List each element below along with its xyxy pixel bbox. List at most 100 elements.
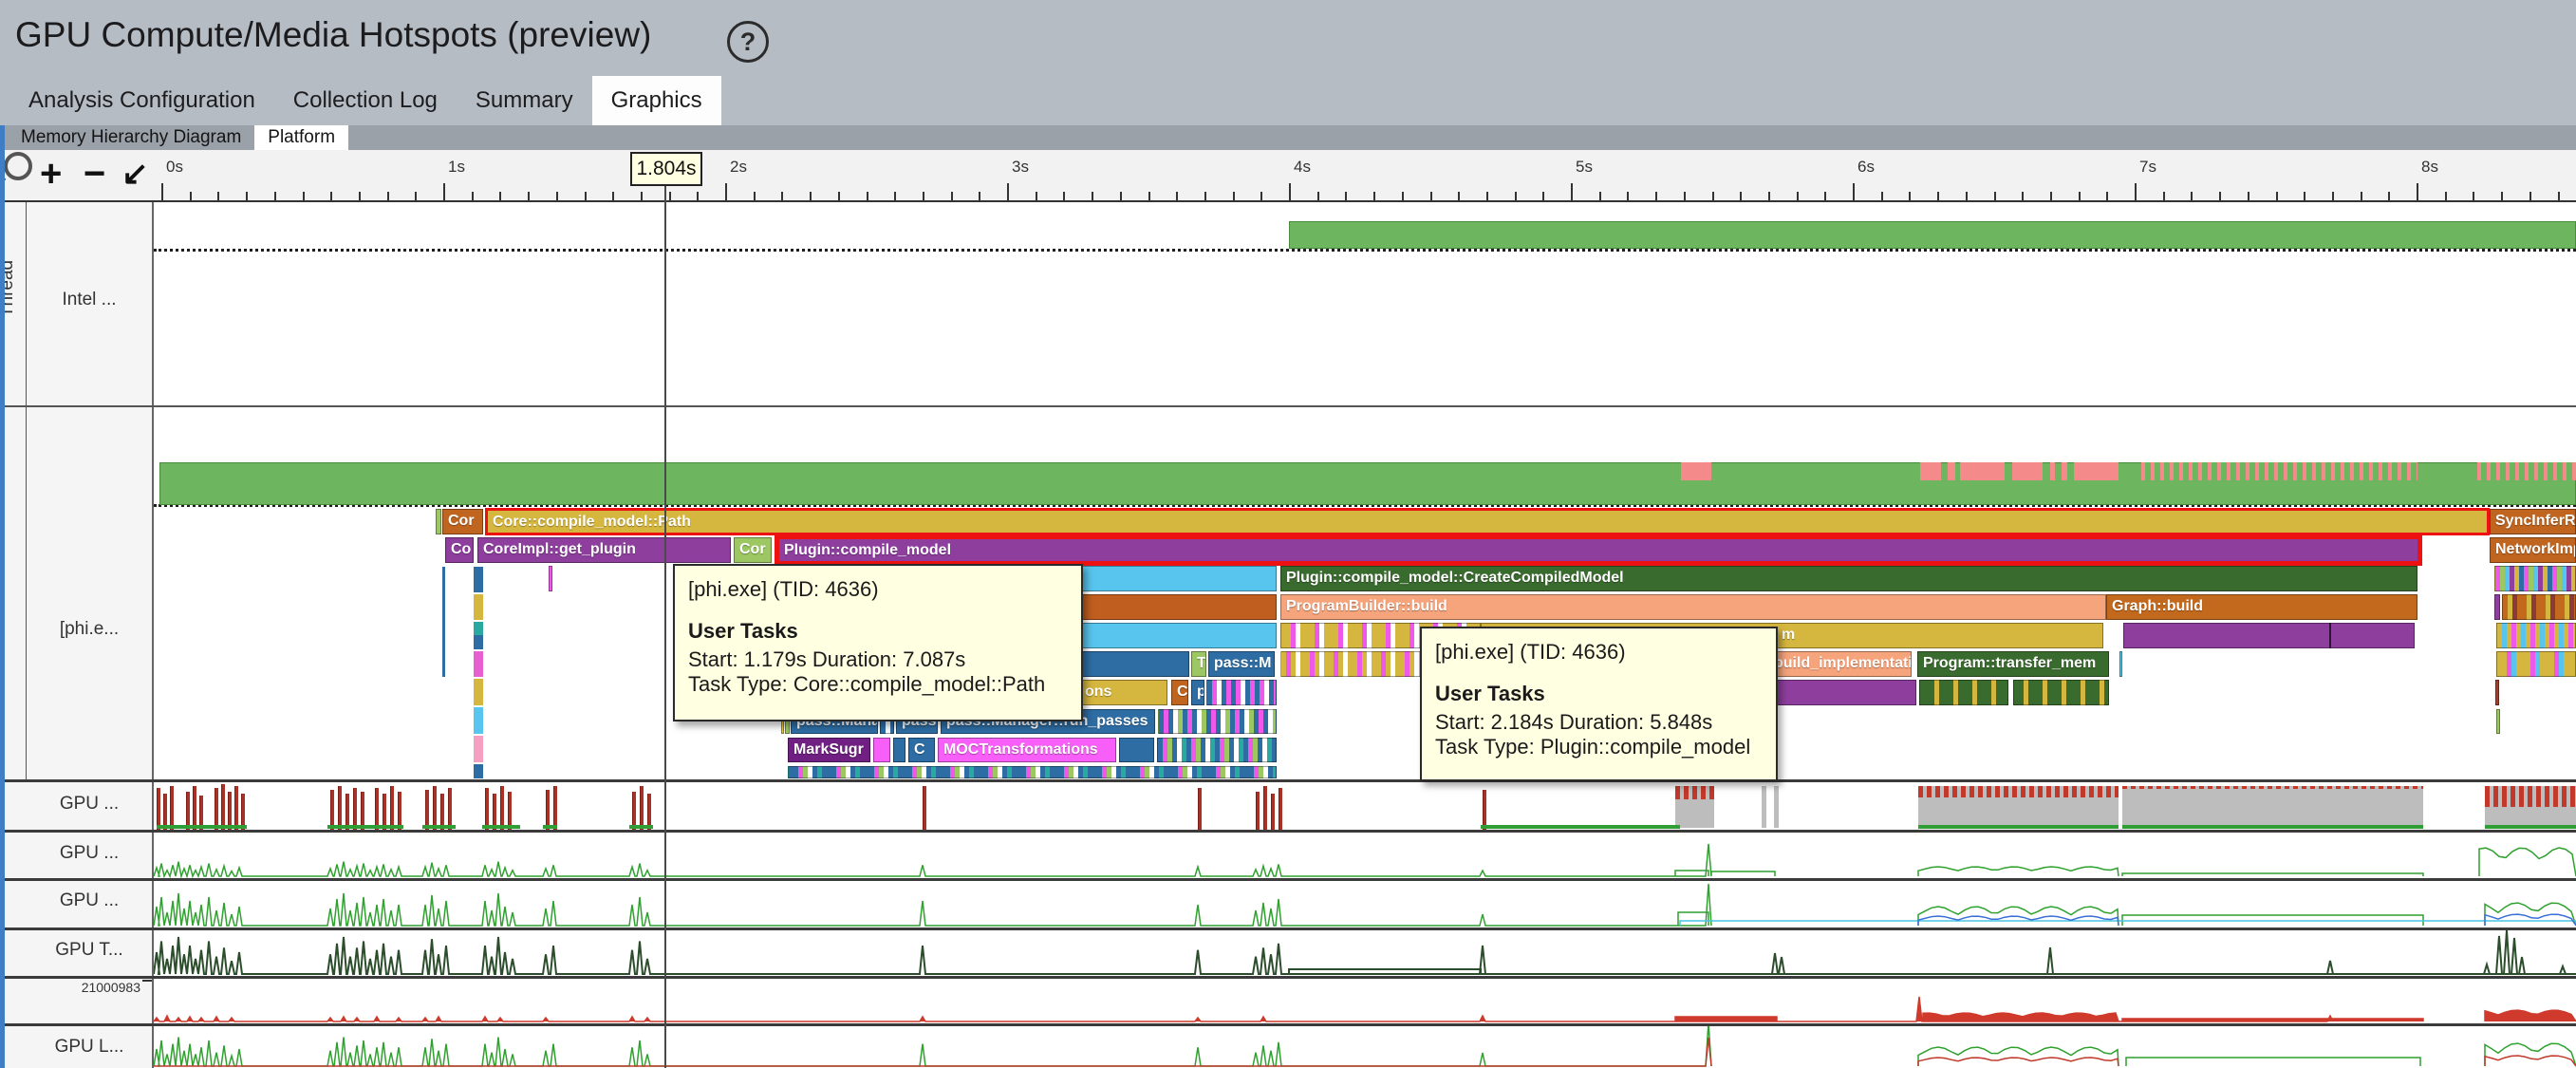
ruler-tick [1824,192,1826,200]
task-sliver [474,736,483,762]
track-gpu3[interactable] [154,881,2576,927]
ruler-tick [1402,192,1404,200]
task-bar[interactable] [2496,651,2576,677]
tab-collection-log[interactable]: Collection Log [274,76,457,125]
ruler-tick [217,192,219,200]
time-marker-value[interactable]: 1.804s [630,152,702,186]
task-bar[interactable]: MOCTransformations [938,738,1116,762]
time-marker-line[interactable] [664,186,666,1068]
ruler-tick [1063,192,1065,200]
task-bar[interactable] [873,738,890,762]
task-bar[interactable] [1157,738,1277,762]
row-label-gput[interactable]: GPU T... [27,940,152,963]
task-bar[interactable] [549,566,552,591]
ruler-tick [1768,192,1770,200]
gpu-busy-spike [553,786,557,830]
task-bar-label: Plugin::compile_model::CreateCompiledMod… [1286,570,1624,587]
ruler-tick [1853,183,1855,200]
ruler-tick [190,192,192,200]
task-bar[interactable] [2496,623,2576,648]
task-bar[interactable] [2119,651,2122,677]
thread-ruler-dotted-line [154,249,2576,252]
task-bar[interactable] [1206,680,1277,705]
task-bar[interactable] [436,509,441,534]
task-bar[interactable] [2502,594,2576,620]
gpu-busy-green-base [1918,825,2119,829]
track-cnt[interactable] [154,979,2576,1023]
task-bar[interactable]: C [1171,680,1188,705]
row-label-gpul[interactable]: GPU L... [27,1037,152,1059]
track-gput[interactable] [154,930,2576,976]
ruler-tick [1542,192,1544,200]
task-bar[interactable] [2494,566,2576,591]
task-bar[interactable]: C [908,738,935,762]
ruler-tick [2445,192,2447,200]
zoom-in-button[interactable]: + [40,150,62,197]
task-bar[interactable]: Co [445,537,474,563]
task-bar[interactable]: ProgramBuilder::build [1280,594,2106,620]
tooltip-task-type: Task Type: Plugin::compile_model [1435,735,1763,759]
ruler-tick [2473,192,2474,200]
task-bar[interactable] [2329,623,2331,648]
task-bar[interactable] [1158,709,1277,734]
task-bar[interactable]: Plugin::compile_model [775,534,2422,566]
task-bar[interactable] [2495,680,2499,705]
gpu-busy-spike [1256,792,1260,830]
row-label-phi[interactable]: [phi.e... [27,619,152,642]
task-bar[interactable]: Core::compile_model::Path [485,508,2490,535]
task-bar[interactable] [2496,709,2500,734]
zoom-reset-icon[interactable]: ↙ [121,150,149,197]
row-label-gpu2[interactable]: GPU ... [27,843,152,866]
task-bar[interactable]: Program::transfer_mem [1917,651,2109,677]
ruler-tick [1317,192,1319,200]
task-bar[interactable] [2494,594,2500,620]
task-bar[interactable]: SyncInferR [2490,509,2576,534]
task-bar[interactable] [788,766,1277,778]
track-gpu2[interactable] [154,833,2576,878]
tab-graphics[interactable]: Graphics [592,76,721,125]
ruler-tick [669,192,671,200]
row-label-intel[interactable]: Intel ... [27,290,152,312]
task-bar-label: C [1177,684,1188,701]
thread-preemption-band [2141,462,2417,480]
ruler-tick [2558,192,2560,200]
track-gpul[interactable] [154,1026,2576,1068]
ruler-tick [1797,192,1799,200]
task-bar[interactable] [2013,680,2109,705]
task-bar[interactable]: Cor [734,537,772,563]
row-label-cnt[interactable]: 21000983 [27,980,140,997]
task-bar[interactable] [2123,623,2415,648]
task-bar[interactable]: T [1191,651,1206,677]
row-label-gpu1[interactable]: GPU ... [27,794,152,816]
row-label-gpu3[interactable]: GPU ... [27,890,152,913]
subtab-platform[interactable]: Platform [254,125,348,150]
subtab-memory-hierarchy-diagram[interactable]: Memory Hierarchy Diagram [8,125,254,150]
task-bar[interactable]: Cor [442,509,483,534]
task-bar[interactable]: MarkSugr [788,738,870,762]
task-bar[interactable]: pass::M [1208,651,1275,677]
ruler-tick [359,192,361,200]
help-icon[interactable]: ? [727,21,769,63]
ruler-tick [1430,192,1432,200]
task-bar[interactable]: Plugin::compile_model::CreateCompiledMod… [1280,566,2417,591]
tab-analysis-configuration[interactable]: Analysis Configuration [9,76,274,125]
tab-summary[interactable]: Summary [457,76,592,125]
task-bar[interactable]: NetworkImp [2490,537,2576,563]
main-tab-bar: Analysis ConfigurationCollection LogSumm… [0,76,2576,125]
task-bar[interactable] [1919,680,2008,705]
task-bar[interactable]: Graph::build [2106,594,2417,620]
ruler-tick-label: 5s [1576,158,1593,177]
gpu-busy-spike [632,792,636,830]
ruler-tick [951,192,953,200]
task-bar[interactable] [1119,738,1154,762]
task-bar[interactable] [893,738,905,762]
gpu-busy-block [1675,786,1714,828]
task-bar-label: MOCTransformations [943,741,1098,759]
ruler-tick-label: 1s [448,158,465,177]
ruler-tick-label: 4s [1294,158,1311,177]
task-bar[interactable]: p [1191,680,1204,705]
zoom-out-button[interactable]: − [84,150,105,197]
intel-thread-running-bar[interactable] [1289,221,2576,249]
task-bar[interactable]: CoreImpl::get_plugin [477,537,731,563]
gpu-busy-spike [186,792,190,830]
